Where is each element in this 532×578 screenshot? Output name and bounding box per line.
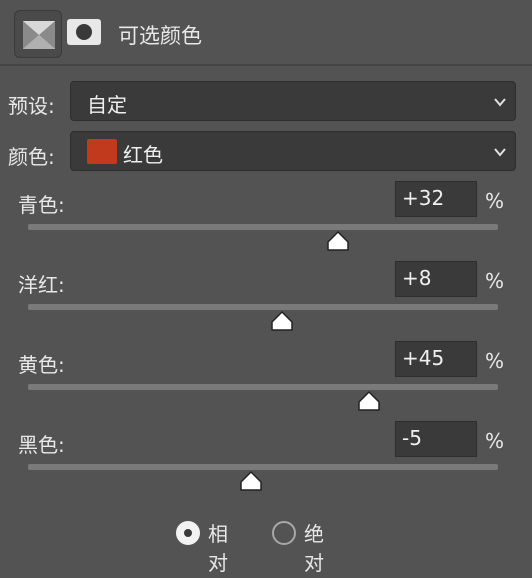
yellow-value-field[interactable]: +45 [395,341,477,377]
selective-color-adjustment-icon[interactable] [14,10,62,58]
chevron-down-icon [493,144,507,163]
yellow-percent-unit: % [485,349,505,373]
magenta-value-field[interactable]: +8 [395,261,477,297]
relative-label[interactable]: 相对 [208,518,228,576]
chevron-down-icon [493,94,507,113]
magenta-slider-thumb[interactable] [270,310,294,332]
color-dropdown[interactable]: 红色 [70,131,516,171]
yellow-slider-track[interactable] [28,384,498,390]
yellow-label: 黄色: [18,353,65,377]
preset-value: 自定 [87,93,127,117]
panel-title: 可选颜色 [118,24,202,48]
cyan-label: 青色: [18,193,65,217]
layer-mask-icon[interactable] [67,19,101,49]
relative-radio[interactable] [176,521,200,545]
preset-dropdown[interactable]: 自定 [70,81,516,121]
absolute-radio[interactable] [272,521,296,545]
magenta-slider-track[interactable] [28,304,498,310]
black-slider-thumb[interactable] [239,470,263,492]
color-swatch [87,139,117,164]
black-percent-unit: % [485,429,505,453]
preset-label: 预设: [8,94,55,118]
header-divider [0,64,532,66]
cyan-slider-track[interactable] [28,224,498,230]
black-label: 黑色: [18,433,65,457]
yellow-slider-thumb[interactable] [357,390,381,412]
black-value-field[interactable]: -5 [395,421,477,457]
cyan-slider-thumb[interactable] [326,230,350,252]
cyan-percent-unit: % [485,189,505,213]
color-label: 颜色: [8,145,55,169]
panel-header: 可选颜色 [0,0,532,64]
color-value: 红色 [123,143,163,167]
magenta-label: 洋红: [18,273,65,297]
magenta-percent-unit: % [485,269,505,293]
cyan-value-field[interactable]: +32 [395,181,477,217]
absolute-label[interactable]: 绝对 [304,518,324,576]
